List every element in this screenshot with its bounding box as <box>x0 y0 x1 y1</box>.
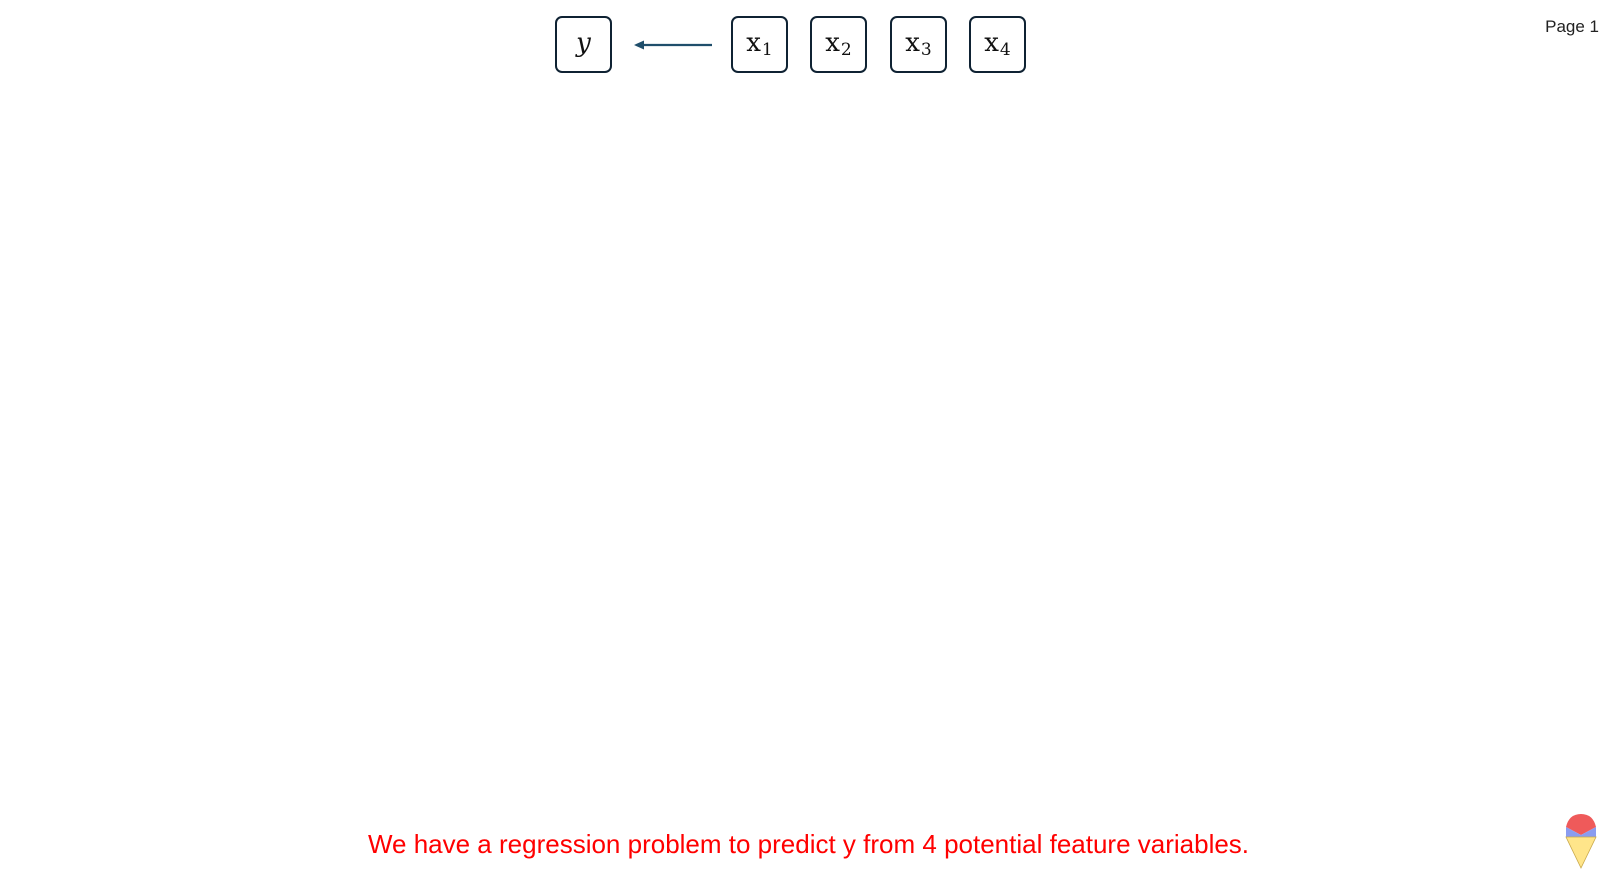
feature-symbol: x <box>984 27 999 58</box>
target-variable-box: y <box>555 16 612 73</box>
target-variable-symbol: y <box>576 27 591 58</box>
feature-box-x4: x4 <box>969 16 1026 73</box>
feature-symbol: x <box>905 27 920 58</box>
feature-subscript: 4 <box>999 39 1011 60</box>
feature-box-x2: x2 <box>810 16 867 73</box>
feature-box-x1: x1 <box>731 16 788 73</box>
feature-box-x3: x3 <box>890 16 947 73</box>
cone-logo-icon <box>1565 814 1597 869</box>
feature-symbol: x <box>825 27 840 58</box>
feature-subscript: 1 <box>761 39 773 60</box>
feature-symbol: x <box>746 27 761 58</box>
feature-subscript: 2 <box>840 39 852 60</box>
arrow-left-icon <box>634 40 712 50</box>
page-number-label: Page 1 <box>1545 17 1599 36</box>
feature-subscript: 3 <box>920 39 932 60</box>
slide-caption: We have a regression problem to predict … <box>367 829 1250 859</box>
